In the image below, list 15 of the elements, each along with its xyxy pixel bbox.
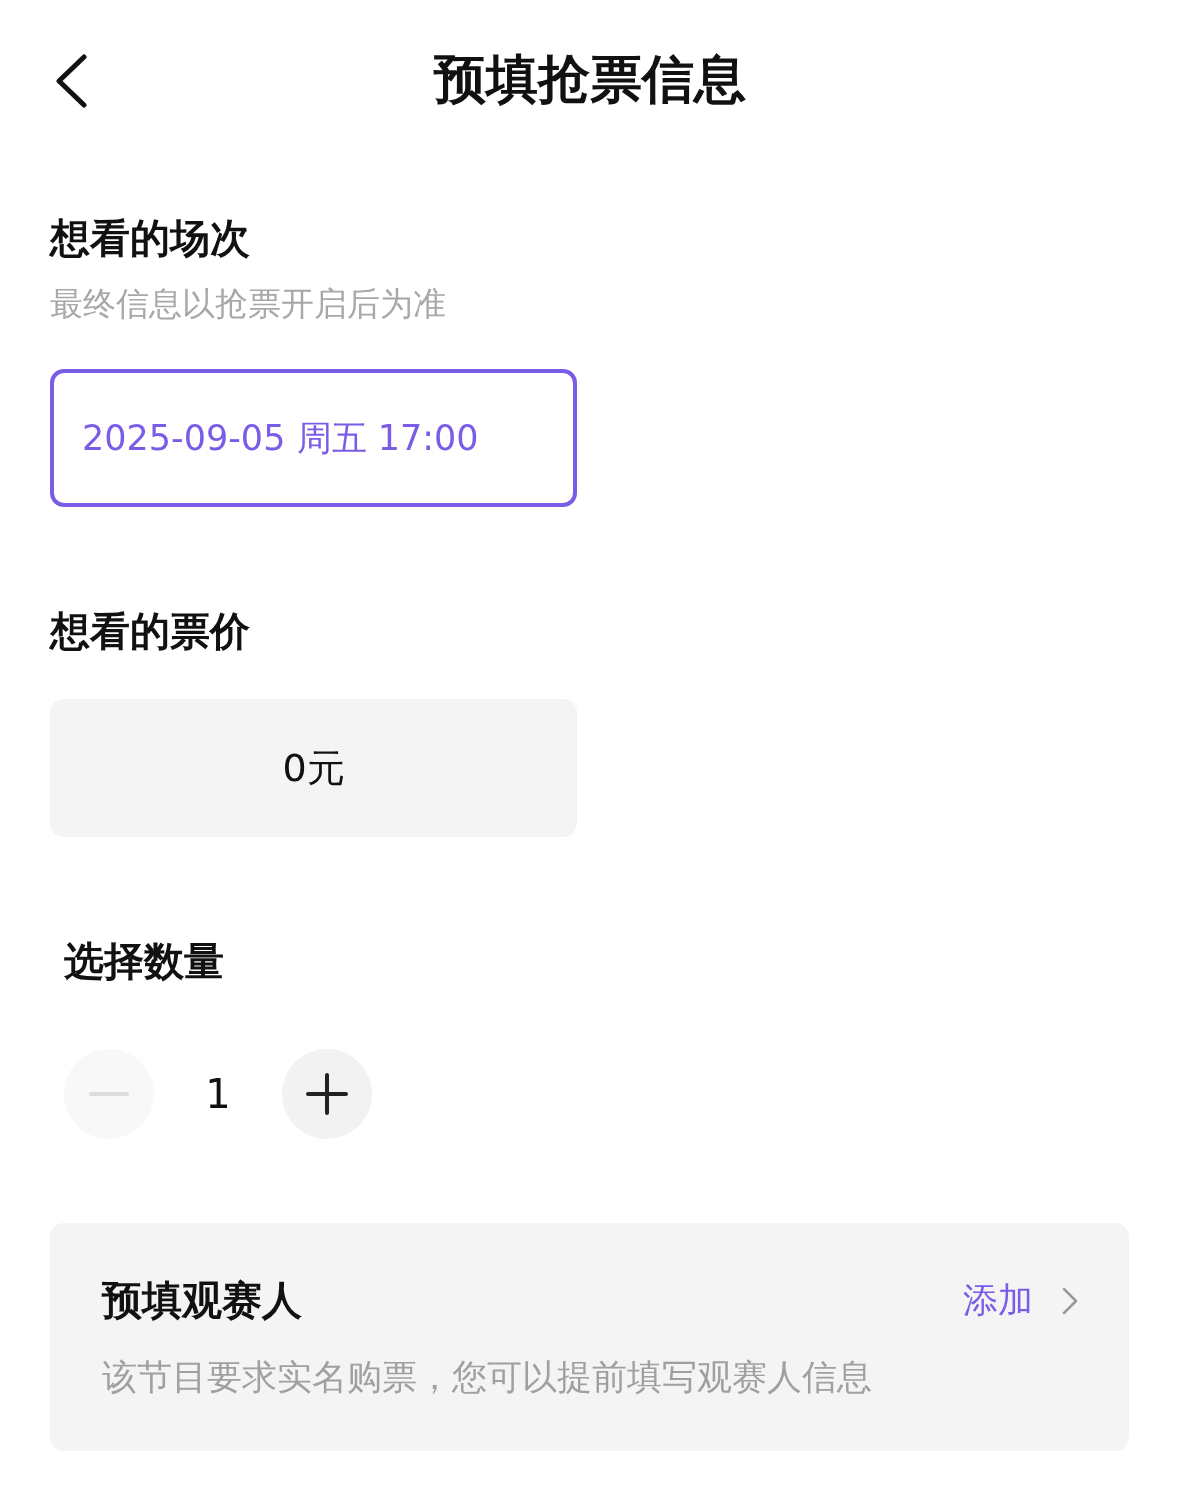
minus-icon <box>89 1091 129 1097</box>
card-title: 预填观赛人 <box>102 1276 302 1325</box>
section-title: 想看的票价 <box>50 607 251 655</box>
back-icon[interactable] <box>54 54 88 108</box>
plus-icon <box>306 1073 348 1115</box>
chevron-right-icon <box>1061 1285 1079 1316</box>
section-subtitle: 最终信息以抢票开启后为准 <box>50 283 447 325</box>
page-title: 预填抢票信息 <box>433 48 746 111</box>
price-option[interactable]: 0元 <box>50 699 577 837</box>
card-description: 该节目要求实名购票，您可以提前填写观赛人信息 <box>102 1356 873 1399</box>
section-title: 选择数量 <box>64 937 225 985</box>
session-option[interactable]: 2025-09-05 周五 17:00 <box>50 369 577 507</box>
add-link[interactable]: 添加 <box>963 1277 1079 1324</box>
quantity-value: 1 <box>204 1071 232 1117</box>
section-title: 想看的场次 <box>50 214 251 262</box>
